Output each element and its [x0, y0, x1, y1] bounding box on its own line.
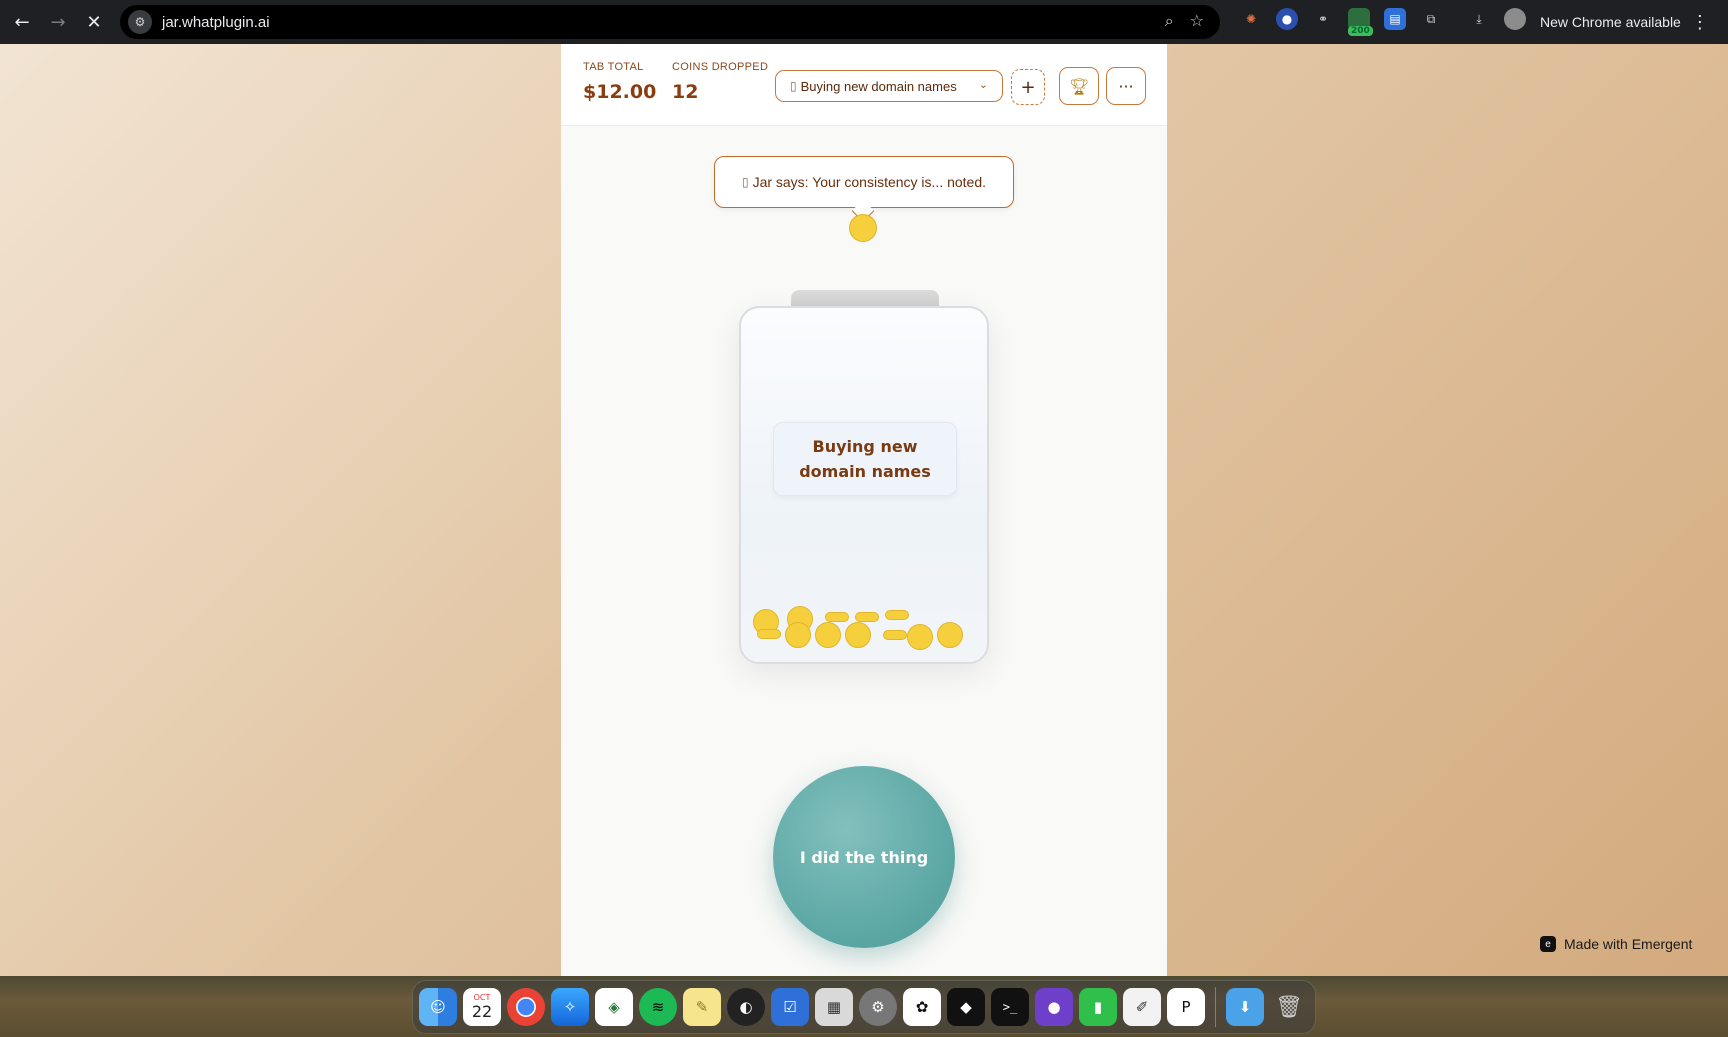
app-header: TAB TOTAL $12.00 COINS DROPPED 12 ▯ Buyi… — [561, 44, 1167, 126]
downloads-folder-icon[interactable]: ⬇ — [1226, 988, 1264, 1026]
emergent-logo-icon: e — [1540, 936, 1556, 952]
coins-dropped-stat: COINS DROPPED 12 — [672, 61, 768, 103]
jar-label-line2: domain names — [799, 462, 931, 481]
tab-total-value: $12.00 — [583, 81, 657, 103]
claude-extension-icon[interactable]: ✺ — [1240, 8, 1262, 30]
finder-icon[interactable]: ☺ — [419, 988, 457, 1026]
made-with-emergent-badge[interactable]: e Made with Emergent — [1540, 936, 1692, 952]
trophy-icon: 🏆︎ — [1068, 76, 1090, 96]
jar-select-value: Buying new domain names — [800, 78, 957, 94]
jar-coin — [757, 629, 781, 639]
pdf-app-icon[interactable]: P — [1167, 988, 1205, 1026]
box-app-icon[interactable]: ◆ — [947, 988, 985, 1026]
calendar-icon[interactable]: OCT 22 — [463, 988, 501, 1026]
numbers-icon[interactable]: ▮ — [1079, 988, 1117, 1026]
maps-icon[interactable]: ◈ — [595, 988, 633, 1026]
safari-icon[interactable]: ✧ — [551, 988, 589, 1026]
tab-total-label: TAB TOTAL — [583, 61, 644, 73]
jar-coin — [845, 622, 871, 648]
system-settings-icon[interactable]: ⚙ — [859, 988, 897, 1026]
terminal-icon[interactable]: >_ — [991, 988, 1029, 1026]
jar-app: TAB TOTAL $12.00 COINS DROPPED 12 ▯ Buyi… — [561, 44, 1167, 976]
coins-dropped-value: 12 — [672, 81, 699, 103]
jar-label: Buying new domain names — [773, 422, 957, 496]
jar-coin — [883, 630, 907, 640]
counter-extension-icon[interactable]: 200 — [1348, 8, 1373, 36]
stop-loading-icon[interactable]: ✕ — [76, 4, 112, 40]
jar-coin — [825, 612, 849, 622]
jar-coin — [885, 610, 909, 620]
falling-coin — [849, 214, 877, 242]
bookmark-star-icon[interactable]: ☆ — [1190, 11, 1204, 31]
jar-icon: ▯ — [741, 175, 749, 189]
page-viewport: TAB TOTAL $12.00 COINS DROPPED 12 ▯ Buyi… — [0, 44, 1728, 976]
more-options-button[interactable]: ··· — [1106, 67, 1146, 105]
jar-select-dropdown[interactable]: ▯ Buying new domain names ⌄ — [775, 70, 1003, 102]
profile-avatar[interactable] — [1504, 8, 1526, 30]
chevron-down-icon: ⌄ — [978, 79, 988, 91]
back-icon[interactable]: ← — [4, 4, 40, 40]
new-chrome-label: New Chrome available — [1540, 14, 1681, 30]
jar-coin — [937, 622, 963, 648]
spotify-icon[interactable]: ≋ — [639, 988, 677, 1026]
site-settings-icon[interactable]: ⚙ — [128, 10, 152, 34]
chatgpt-icon[interactable]: ✿ — [903, 988, 941, 1026]
zoom-icon[interactable]: ⌕ — [1165, 11, 1174, 31]
extension-badge: 200 — [1348, 26, 1373, 36]
jar-label-line1: Buying new — [812, 437, 918, 456]
macos-dock: ☺ OCT 22 ✧ ◈ ≋ ✎ ◐ ☑ ▦ ⚙ ✿ ◆ >_ ● ▮ ✐ P … — [412, 980, 1316, 1034]
translate-extension-icon[interactable]: ▤ — [1384, 8, 1406, 30]
github-desktop-icon[interactable]: ● — [1035, 988, 1073, 1026]
forward-icon[interactable]: → — [40, 4, 76, 40]
extensions-puzzle-icon[interactable]: ⧉ — [1420, 8, 1442, 30]
dock-separator — [1215, 987, 1216, 1027]
obs-icon[interactable]: ◐ — [727, 988, 765, 1026]
link-extension-icon[interactable]: ⚭ — [1312, 8, 1334, 30]
textedit-icon[interactable]: ✐ — [1123, 988, 1161, 1026]
jar-icon: ▯ — [790, 79, 797, 93]
jar-coin — [815, 622, 841, 648]
address-bar[interactable]: ⚙ jar.whatplugin.ai ⌕ ☆ — [120, 5, 1220, 39]
coins-dropped-label: COINS DROPPED — [672, 61, 769, 73]
coin-jar: Buying new domain names — [739, 306, 989, 664]
tasks-icon[interactable]: ☑ — [771, 988, 809, 1026]
jar-coin — [907, 624, 933, 650]
chrome-menu-icon[interactable]: ⋮ — [1691, 12, 1709, 33]
notes-icon[interactable]: ✎ — [683, 988, 721, 1026]
url-text[interactable]: jar.whatplugin.ai — [162, 14, 270, 31]
trash-icon[interactable]: 🗑︎ — [1270, 988, 1308, 1026]
did-the-thing-button[interactable]: I did the thing — [773, 766, 955, 948]
jar-coin — [785, 622, 811, 648]
speech-text: Jar says: Your consistency is... noted. — [752, 174, 987, 190]
download-icon[interactable]: ⤓ — [1468, 8, 1490, 30]
trophy-button[interactable]: 🏆︎ — [1059, 67, 1099, 105]
calendar-day: 22 — [471, 1002, 493, 1021]
add-jar-button[interactable]: + — [1011, 69, 1045, 105]
tab-total-stat: TAB TOTAL $12.00 — [583, 61, 656, 103]
made-with-label: Made with Emergent — [1564, 936, 1693, 952]
calculator-icon[interactable]: ▦ — [815, 988, 853, 1026]
extension-icon[interactable]: ● — [1276, 8, 1298, 30]
chrome-icon[interactable] — [507, 988, 545, 1026]
jar-coin — [855, 612, 879, 622]
browser-toolbar: ← → ✕ ⚙ jar.whatplugin.ai ⌕ ☆ ✺ ● ⚭ 200 … — [0, 0, 1728, 44]
new-chrome-available-button[interactable]: New Chrome available ⋮ — [1540, 8, 1709, 36]
